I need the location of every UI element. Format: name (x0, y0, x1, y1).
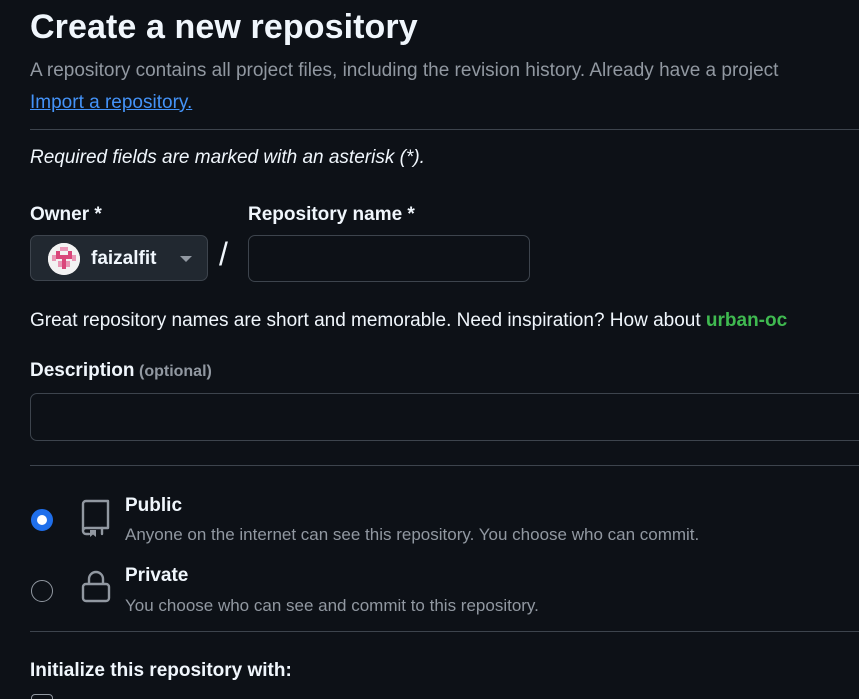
owner-repo-separator: / (219, 236, 228, 272)
owner-name: faizalfit (91, 248, 157, 269)
repository-name-input[interactable] (248, 235, 530, 282)
optional-tag: (optional) (138, 363, 212, 380)
import-repository-link[interactable]: Import a repository. (30, 92, 192, 114)
repository-name-label: Repository name * (248, 204, 415, 225)
public-option-description: Anyone on the internet can see this repo… (125, 525, 700, 544)
name-suggestion-link[interactable]: urban-oc (706, 310, 787, 331)
description-input[interactable] (30, 393, 859, 441)
repo-book-icon (81, 499, 110, 537)
owner-label: Owner * (30, 204, 102, 225)
readme-checkbox[interactable] (31, 694, 53, 699)
chevron-down-icon (180, 256, 192, 262)
public-option-title: Public (125, 495, 183, 516)
page-subtitle: A repository contains all project files,… (30, 60, 779, 81)
private-radio[interactable] (31, 580, 53, 602)
page-title: Create a new repository (30, 8, 418, 46)
description-label-row: Description (optional) (30, 360, 212, 382)
hint-text: Great repository names are short and mem… (30, 310, 706, 331)
private-option-description: You choose who can see and commit to thi… (125, 596, 539, 615)
header-divider (30, 129, 859, 130)
repository-name-hint: Great repository names are short and mem… (30, 310, 787, 332)
owner-dropdown[interactable]: faizalfit (30, 235, 208, 281)
public-radio[interactable] (31, 509, 53, 531)
owner-avatar (48, 243, 80, 275)
private-option-title: Private (125, 565, 189, 586)
required-fields-note: Required fields are marked with an aster… (30, 147, 425, 168)
description-divider (30, 465, 859, 466)
initialize-section-title: Initialize this repository with: (30, 660, 292, 681)
create-repository-page: Create a new repository A repository con… (0, 0, 859, 699)
description-label: Description (30, 360, 135, 381)
lock-icon (81, 570, 111, 603)
identicon-avatar-icon (48, 243, 80, 275)
visibility-divider (30, 631, 859, 632)
